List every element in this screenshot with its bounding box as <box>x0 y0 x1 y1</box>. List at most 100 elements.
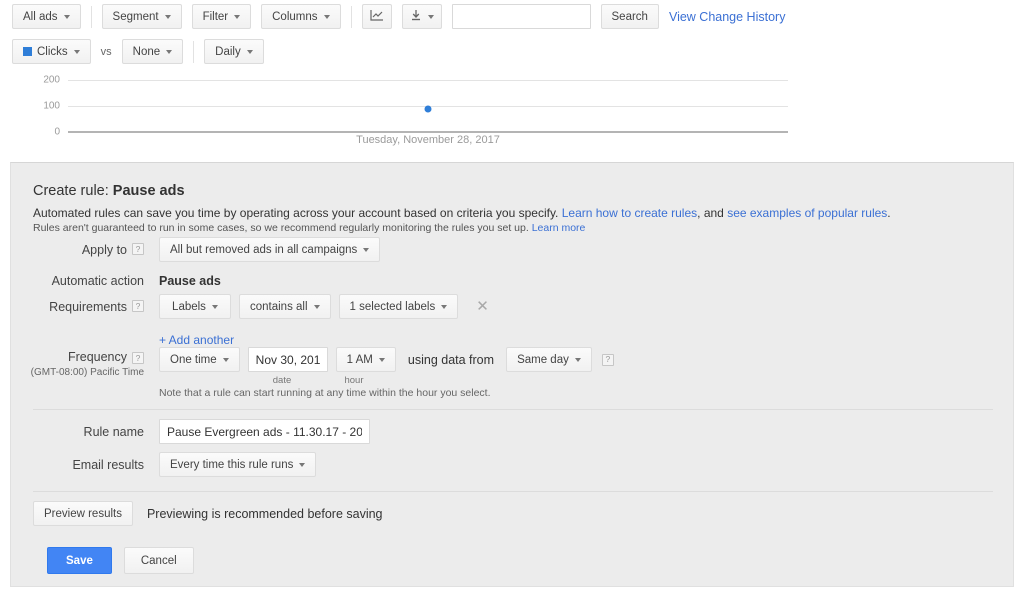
requirements-label: Requirements <box>49 300 127 314</box>
toolbar-separator <box>193 41 194 63</box>
rule-name-input[interactable] <box>159 419 370 444</box>
metric-label: Clicks <box>37 46 68 58</box>
rule-name-row: Rule name <box>11 419 1015 444</box>
requirements-row: Requirements ? Labels contains all 1 sel… <box>11 294 1015 319</box>
requirement-operator-dropdown[interactable]: contains all <box>239 294 331 319</box>
frequency-hour-value: 1 AM <box>347 354 373 366</box>
add-another-requirement-link[interactable]: + Add another <box>159 333 234 347</box>
frequency-hour-dropdown[interactable]: 1 AM <box>336 347 396 372</box>
learn-more-link[interactable]: Learn more <box>532 222 586 234</box>
x-axis-line <box>68 131 788 133</box>
automatic-action-value: Pause ads <box>159 274 221 288</box>
cancel-button-label: Cancel <box>141 555 177 567</box>
chart-toggle-button[interactable] <box>362 4 392 29</box>
automatic-action-row: Automatic action Pause ads <box>11 273 1015 289</box>
data-range-help-icon[interactable]: ? <box>602 354 614 366</box>
view-change-history-link[interactable]: View Change History <box>669 10 786 24</box>
email-results-label: Email results <box>72 458 144 472</box>
all-ads-label: All ads <box>23 11 58 23</box>
using-data-from-label: using data from <box>408 353 494 367</box>
requirement-field-value: Labels <box>172 301 206 313</box>
chevron-down-icon <box>212 305 218 309</box>
compare-metric-label: None <box>133 46 161 58</box>
chevron-down-icon <box>223 358 229 362</box>
email-results-dropdown[interactable]: Every time this rule runs <box>159 452 316 477</box>
chevron-down-icon <box>363 248 369 252</box>
panel-description: Automated rules can save you time by ope… <box>33 206 891 220</box>
segment-label: Segment <box>113 11 159 23</box>
requirement-value: 1 selected labels <box>350 301 436 313</box>
frequency-date-input[interactable] <box>248 347 328 372</box>
frequency-timezone: (GMT-08:00) Pacific Time <box>31 367 144 378</box>
requirement-field-dropdown[interactable]: Labels <box>159 294 231 319</box>
subdescription-text: Rules aren't guaranteed to run in some c… <box>33 222 529 234</box>
y-tick-200: 200 <box>24 75 60 86</box>
save-button[interactable]: Save <box>47 547 112 574</box>
filter-dropdown[interactable]: Filter <box>192 4 252 29</box>
requirement-operator-value: contains all <box>250 301 308 313</box>
chevron-down-icon <box>247 50 253 54</box>
date-field-caption: date <box>242 375 322 386</box>
chevron-down-icon <box>74 50 80 54</box>
line-chart-icon <box>370 9 384 24</box>
download-icon <box>410 9 422 24</box>
y-tick-0: 0 <box>24 127 60 138</box>
chevron-down-icon <box>314 305 320 309</box>
preview-results-button[interactable]: Preview results <box>33 501 133 526</box>
frequency-interval-dropdown[interactable]: One time <box>159 347 240 372</box>
remove-requirement-icon[interactable]: ✕ <box>476 299 489 314</box>
panel-title-prefix: Create rule: <box>33 183 109 199</box>
panel-title-rule-name: Pause ads <box>113 183 185 199</box>
toolbar-separator <box>351 6 352 28</box>
description-mid: , and <box>697 206 724 220</box>
apply-to-label: Apply to <box>82 243 127 257</box>
frequency-row: Frequency ? (GMT-08:00) Pacific Time One… <box>11 347 1015 372</box>
columns-dropdown[interactable]: Columns <box>261 4 340 29</box>
chevron-down-icon <box>428 15 434 19</box>
requirements-help-icon[interactable]: ? <box>132 300 144 312</box>
chevron-down-icon <box>575 358 581 362</box>
performance-chart: 200 100 0 Tuesday, November 28, 2017 <box>0 70 1024 152</box>
all-ads-dropdown[interactable]: All ads <box>12 4 81 29</box>
rule-name-label: Rule name <box>84 425 144 439</box>
see-examples-link[interactable]: see examples of popular rules <box>727 206 887 220</box>
primary-toolbar: All ads Segment Filter Columns <box>12 4 795 29</box>
chart-data-point[interactable] <box>425 106 432 113</box>
data-range-value: Same day <box>517 354 569 366</box>
segment-dropdown[interactable]: Segment <box>102 4 182 29</box>
learn-how-to-create-rules-link[interactable]: Learn how to create rules <box>562 206 697 220</box>
panel-divider-1 <box>33 409 993 410</box>
metric-color-swatch <box>23 47 32 56</box>
apply-to-value: All but removed ads in all campaigns <box>170 244 357 256</box>
hour-field-caption: hour <box>323 375 385 386</box>
chevron-down-icon <box>324 15 330 19</box>
metric-dropdown[interactable]: Clicks <box>12 39 91 64</box>
requirement-value-dropdown[interactable]: 1 selected labels <box>339 294 459 319</box>
frequency-help-icon[interactable]: ? <box>132 352 144 364</box>
apply-to-row: Apply to ? All but removed ads in all ca… <box>11 237 1015 262</box>
email-results-row: Email results Every time this rule runs <box>11 452 1015 477</box>
search-button-label: Search <box>612 11 648 23</box>
preview-results-label: Preview results <box>44 508 122 520</box>
compare-metric-dropdown[interactable]: None <box>122 39 184 64</box>
apply-to-dropdown[interactable]: All but removed ads in all campaigns <box>159 237 380 262</box>
apply-to-help-icon[interactable]: ? <box>132 243 144 255</box>
granularity-label: Daily <box>215 46 241 58</box>
cancel-button[interactable]: Cancel <box>124 547 194 574</box>
chevron-down-icon <box>166 50 172 54</box>
panel-divider-2 <box>33 491 993 492</box>
create-rule-panel: Create rule: Pause ads Automated rules c… <box>10 162 1014 587</box>
vs-label: vs <box>101 46 112 58</box>
frequency-interval-value: One time <box>170 354 217 366</box>
gridline-200 <box>68 80 788 81</box>
chevron-down-icon <box>64 15 70 19</box>
search-input[interactable] <box>452 4 591 29</box>
panel-title: Create rule: Pause ads <box>33 183 185 199</box>
data-range-dropdown[interactable]: Same day <box>506 347 592 372</box>
search-button[interactable]: Search <box>601 4 659 29</box>
chevron-down-icon <box>165 15 171 19</box>
chart-controls-toolbar: Clicks vs None Daily <box>12 39 274 64</box>
columns-label: Columns <box>272 11 317 23</box>
download-button[interactable] <box>402 4 442 29</box>
granularity-dropdown[interactable]: Daily <box>204 39 264 64</box>
